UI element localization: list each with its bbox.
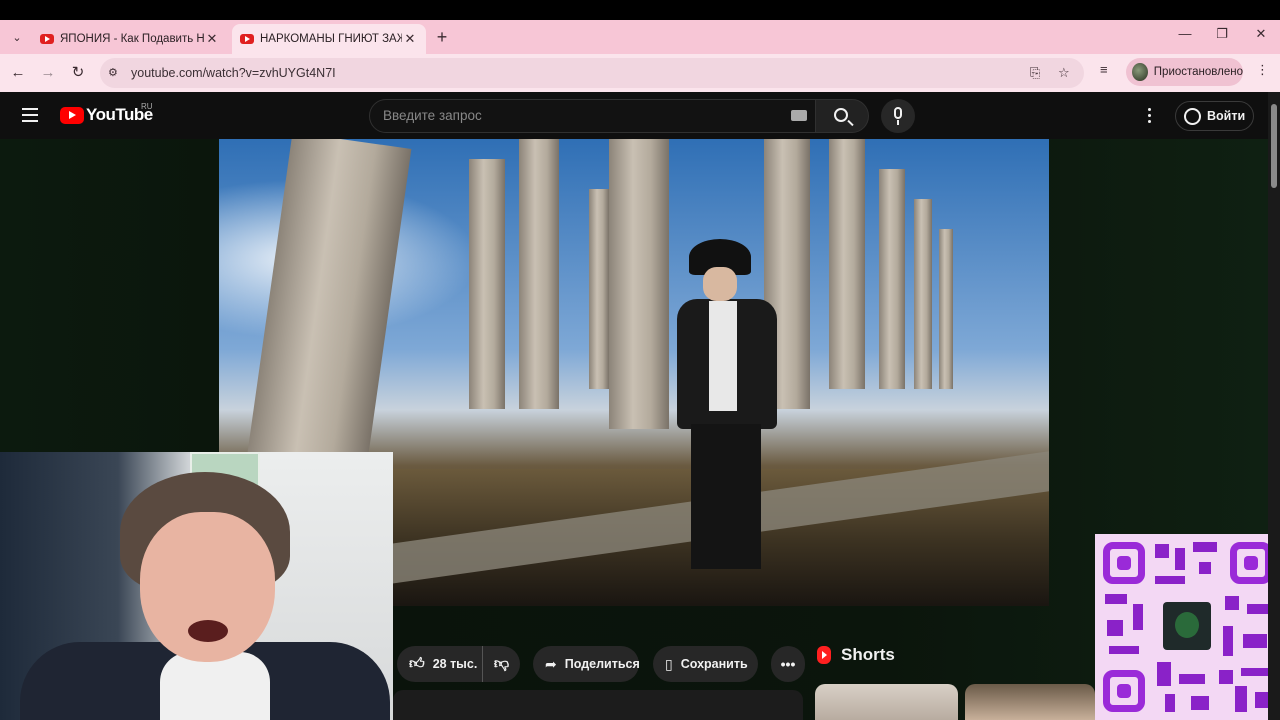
search-input[interactable]: Введите запрос bbox=[369, 99, 816, 133]
screen-top-bar bbox=[0, 0, 1280, 20]
address-bar[interactable]: ⚙ youtube.com/watch?v=zvhUYGt4N7I ⎘ ☆ bbox=[100, 58, 1084, 88]
thumbs-down-icon: 👎︎ bbox=[493, 655, 510, 672]
share-button[interactable]: ➦ Поделиться bbox=[533, 646, 640, 682]
tab-2-close-icon[interactable]: ✕ bbox=[402, 31, 418, 47]
save-button[interactable]: ▯ Сохранить bbox=[653, 646, 758, 682]
description-box[interactable] bbox=[393, 690, 803, 720]
youtube-header: YouTube RU Введите запрос Войти bbox=[0, 92, 1268, 139]
shorts-shelf-header: Shorts bbox=[817, 645, 895, 665]
reading-list-icon[interactable]: ≡ bbox=[1100, 62, 1108, 77]
bookmark-star-icon[interactable]: ☆ bbox=[1058, 65, 1070, 81]
youtube-play-icon bbox=[60, 106, 84, 124]
browser-menu-icon[interactable]: ⋮ bbox=[1256, 62, 1269, 78]
dislike-button[interactable]: 👎︎ bbox=[483, 655, 520, 673]
sign-in-button[interactable]: Войти bbox=[1175, 101, 1254, 131]
profile-status: Приостановлено bbox=[1153, 66, 1243, 78]
mic-icon bbox=[894, 107, 902, 119]
search-placeholder: Введите запрос bbox=[383, 108, 482, 123]
youtube-logo[interactable]: YouTube RU bbox=[60, 102, 153, 125]
guide-menu-icon[interactable] bbox=[22, 108, 38, 122]
tab-2-active[interactable]: НАРКОМАНЫ ГНИЮТ ЗАЖИВО ✕ bbox=[232, 24, 426, 54]
reload-button[interactable]: ↻ bbox=[67, 62, 89, 84]
search-icon bbox=[834, 108, 848, 122]
back-button[interactable]: ← bbox=[7, 62, 29, 84]
shorts-title: Shorts bbox=[841, 645, 895, 664]
video-subject bbox=[659, 239, 809, 569]
settings-menu-icon[interactable] bbox=[1148, 108, 1152, 126]
page-scrollbar[interactable] bbox=[1268, 92, 1280, 720]
youtube-favicon-icon bbox=[40, 34, 54, 44]
profile-button[interactable]: Приостановлено bbox=[1126, 58, 1243, 86]
tab-1[interactable]: ЯПОНИЯ - Как Подавить Наци ✕ bbox=[32, 24, 228, 54]
save-label: Сохранить bbox=[680, 657, 748, 671]
tab-1-close-icon[interactable]: ✕ bbox=[204, 31, 220, 47]
forward-button[interactable]: → bbox=[37, 62, 59, 84]
thumbs-up-icon: 👍︎ bbox=[409, 655, 425, 672]
qr-code-overlay bbox=[1095, 534, 1280, 720]
youtube-region: RU bbox=[141, 102, 153, 111]
profile-avatar bbox=[1132, 63, 1148, 81]
webcam-overlay bbox=[0, 452, 393, 720]
new-tab-button[interactable]: + bbox=[432, 27, 452, 47]
short-thumbnail[interactable] bbox=[965, 684, 1095, 720]
voice-search-button[interactable] bbox=[881, 99, 915, 133]
shorts-icon bbox=[817, 646, 831, 664]
share-label: Поделиться bbox=[564, 657, 640, 671]
install-app-icon[interactable]: ⎘ bbox=[1030, 65, 1040, 81]
browser-tabstrip: ⌄ ЯПОНИЯ - Как Подавить Наци ✕ НАРКОМАНЫ… bbox=[0, 20, 1280, 54]
short-thumbnail[interactable] bbox=[815, 684, 958, 720]
bookmark-icon: ▯ bbox=[665, 655, 673, 672]
like-button[interactable]: 👍︎ 28 тыс. bbox=[397, 646, 483, 682]
tab-search-icon[interactable]: ⌄ bbox=[6, 26, 28, 48]
browser-toolbar: ← → ↻ ⚙ youtube.com/watch?v=zvhUYGt4N7I … bbox=[0, 54, 1280, 92]
scrollbar-thumb[interactable] bbox=[1271, 104, 1277, 188]
share-icon: ➦ bbox=[545, 655, 557, 672]
close-window-button[interactable]: ✕ bbox=[1246, 26, 1276, 42]
restore-button[interactable]: ❐ bbox=[1207, 26, 1237, 42]
user-icon bbox=[1184, 107, 1201, 125]
like-count: 28 тыс. bbox=[432, 657, 478, 671]
tab-2-title: НАРКОМАНЫ ГНИЮТ ЗАЖИВО bbox=[260, 33, 402, 45]
sign-in-label: Войти bbox=[1207, 109, 1246, 123]
qr-logo bbox=[1163, 602, 1211, 650]
search-button[interactable] bbox=[815, 99, 869, 133]
url-text[interactable]: youtube.com/watch?v=zvhUYGt4N7I bbox=[131, 66, 336, 80]
tab-1-title: ЯПОНИЯ - Как Подавить Наци bbox=[60, 33, 204, 45]
minimize-button[interactable]: — bbox=[1170, 26, 1200, 41]
like-dislike-group: 👍︎ 28 тыс. 👎︎ bbox=[397, 646, 520, 682]
keyboard-icon[interactable] bbox=[791, 110, 807, 121]
more-actions-button[interactable]: ••• bbox=[771, 646, 805, 682]
youtube-favicon-icon bbox=[240, 34, 254, 44]
site-info-icon[interactable]: ⚙ bbox=[108, 66, 122, 80]
